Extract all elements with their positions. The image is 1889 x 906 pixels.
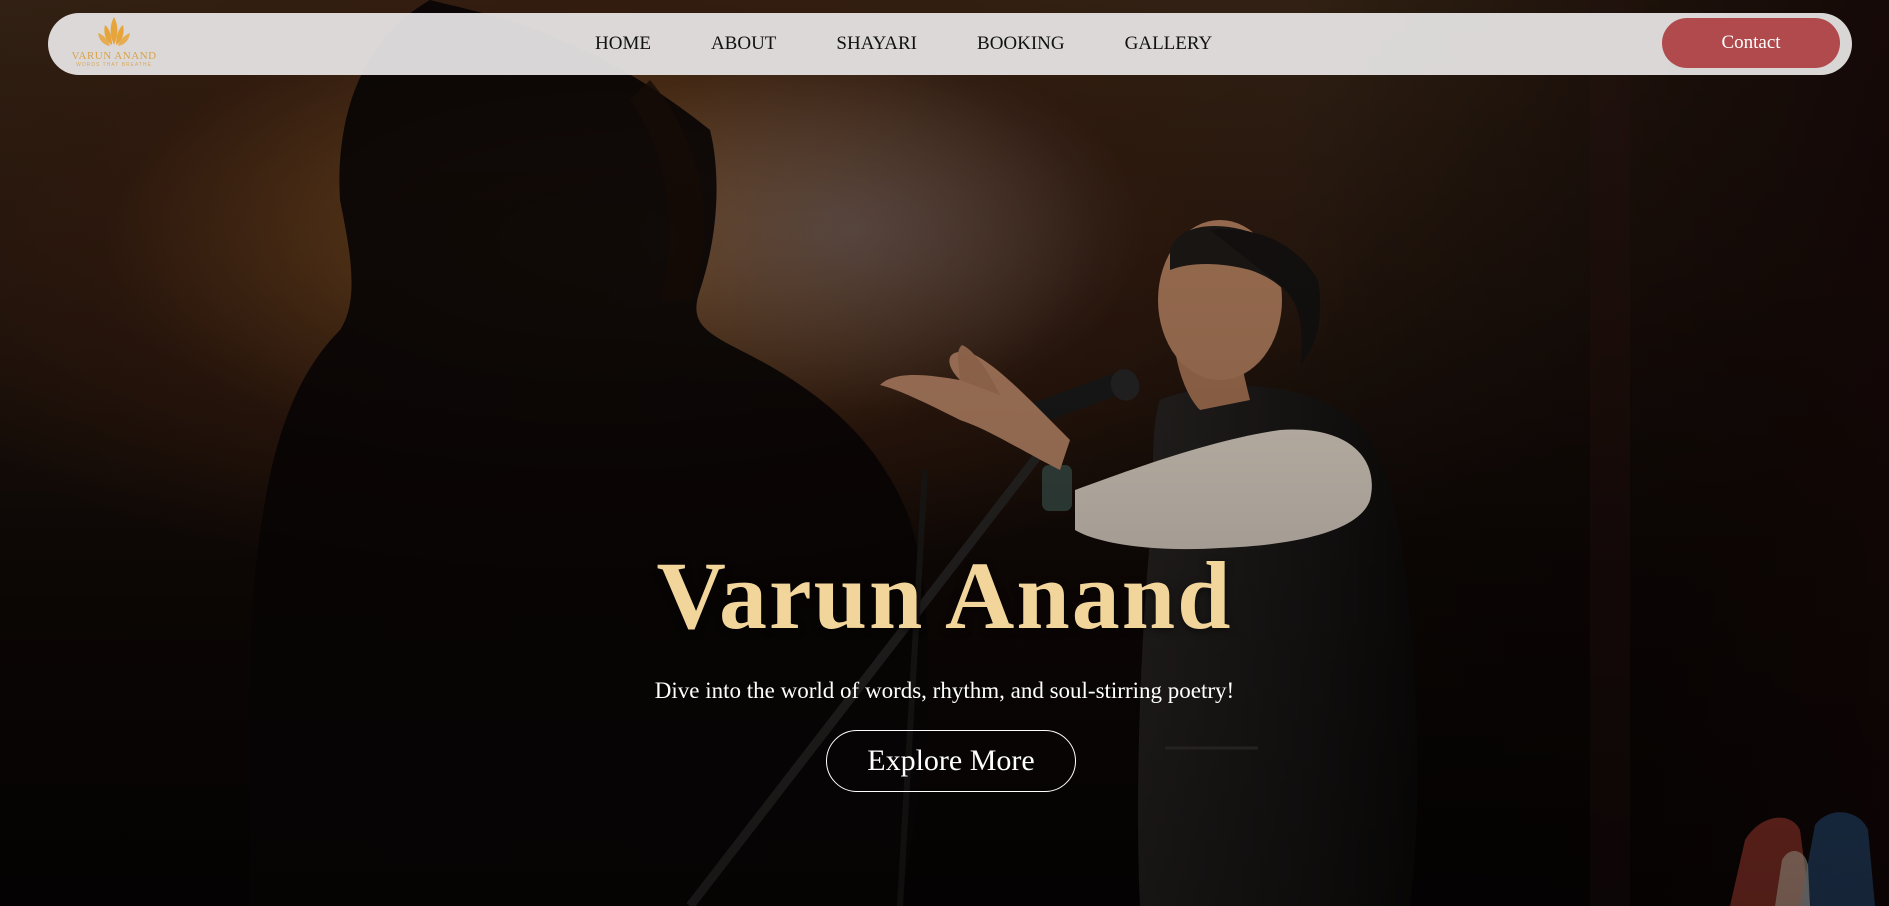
hero-title: Varun Anand xyxy=(656,542,1233,649)
nav-gallery-link[interactable]: GALLERY xyxy=(1125,33,1213,55)
logo-tagline: WORDS THAT BREATHE xyxy=(76,62,152,68)
nav-home-link[interactable]: HOME xyxy=(595,33,651,55)
nav-links: HOME ABOUT SHAYARI BOOKING GALLERY xyxy=(595,13,1212,75)
hero-subtitle: Dive into the world of words, rhythm, an… xyxy=(654,678,1235,703)
logo-name: VARUN ANAND xyxy=(71,50,157,62)
top-navbar: VARUN ANAND WORDS THAT BREATHE HOME ABOU… xyxy=(48,13,1852,75)
explore-more-button[interactable]: Explore More xyxy=(826,730,1076,792)
hero-section: VARUN ANAND WORDS THAT BREATHE HOME ABOU… xyxy=(0,0,1889,906)
lotus-flame-icon xyxy=(98,17,130,46)
brand-logo[interactable]: VARUN ANAND WORDS THAT BREATHE xyxy=(71,15,157,73)
nav-about-link[interactable]: ABOUT xyxy=(711,33,776,55)
nav-booking-link[interactable]: BOOKING xyxy=(977,33,1065,55)
contact-button[interactable]: Contact xyxy=(1662,18,1840,68)
nav-shayari-link[interactable]: SHAYARI xyxy=(836,33,917,55)
